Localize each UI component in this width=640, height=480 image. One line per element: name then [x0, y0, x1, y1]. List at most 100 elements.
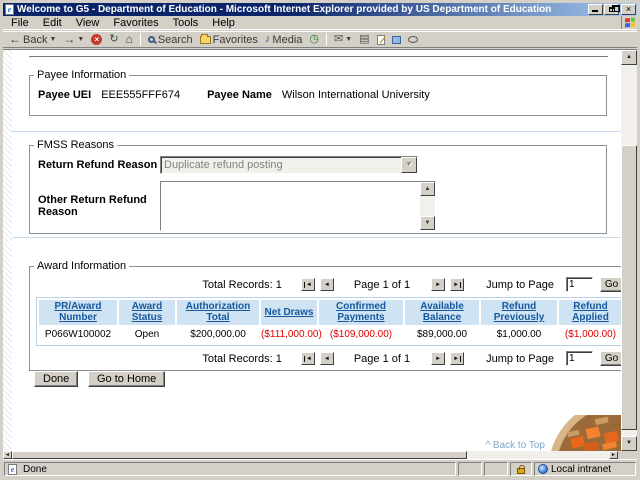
- refresh-icon: ↻: [109, 33, 119, 45]
- first-page-button[interactable]: ◄: [300, 352, 315, 365]
- fmss-reasons-legend: FMSS Reasons: [37, 139, 115, 151]
- mail-icon: ✉: [334, 33, 344, 45]
- left-triangle-icon: ◄: [323, 355, 330, 362]
- scroll-right-icon[interactable]: ►: [609, 451, 618, 459]
- sort-available-balance[interactable]: Available Balance: [405, 301, 479, 323]
- window-title: Welcome to G5 - Department of Education …: [17, 4, 552, 15]
- last-page-button[interactable]: ►: [450, 352, 465, 365]
- payee-information-section: Payee Information Payee UEI EEE555FFF674…: [29, 69, 607, 116]
- favorites-label: Favorites: [212, 33, 258, 46]
- back-button[interactable]: ← Back ▼: [6, 33, 59, 47]
- status-bar: e Done Local intranet: [3, 459, 637, 477]
- search-button[interactable]: Search: [145, 33, 196, 47]
- last-page-button[interactable]: ►: [450, 278, 465, 291]
- restore-button[interactable]: [604, 4, 620, 15]
- media-button[interactable]: ♪ Media: [262, 33, 305, 47]
- textarea-scrollbar[interactable]: ▲ ▼: [420, 182, 435, 230]
- section-divider: [12, 131, 621, 132]
- mail-button[interactable]: ✉ ▼: [331, 33, 355, 46]
- menu-help[interactable]: Help: [205, 16, 242, 30]
- cell-refund-applied: ($1,000.00): [564, 329, 617, 340]
- next-page-button[interactable]: ►: [431, 352, 446, 365]
- other-return-refund-reason-textarea[interactable]: [161, 182, 420, 230]
- prev-page-button[interactable]: ◄: [319, 352, 334, 365]
- favorites-folder-icon: [199, 33, 211, 44]
- menu-view[interactable]: View: [69, 16, 107, 30]
- scroll-left-icon[interactable]: ◄: [3, 451, 12, 459]
- forward-button[interactable]: → ▼: [60, 33, 87, 46]
- scroll-down-icon[interactable]: ▼: [420, 216, 435, 230]
- windows-logo-throbber: [621, 16, 637, 29]
- jump-to-page-input[interactable]: [566, 351, 593, 366]
- back-dropdown-icon[interactable]: ▼: [49, 36, 56, 43]
- right-triangle-icon: ►: [435, 281, 442, 288]
- print-button[interactable]: ▤: [356, 33, 372, 46]
- go-button[interactable]: Go: [600, 277, 623, 292]
- history-icon: ◷: [309, 33, 319, 45]
- security-zone-pane: Local intranet: [534, 462, 636, 476]
- sort-pr-award-number[interactable]: PR/Award Number: [39, 301, 117, 323]
- menu-tools[interactable]: Tools: [166, 16, 206, 30]
- discuss-button[interactable]: [405, 35, 421, 44]
- forward-dropdown-icon[interactable]: ▼: [77, 36, 84, 43]
- history-button[interactable]: ◷: [306, 33, 322, 46]
- edit-button[interactable]: [374, 34, 388, 46]
- browser-window: e Welcome to G5 - Department of Educatio…: [0, 0, 640, 480]
- scroll-down-icon[interactable]: ▼: [621, 436, 637, 451]
- scroll-up-icon[interactable]: ▲: [621, 50, 637, 65]
- prev-page-button[interactable]: ◄: [319, 278, 334, 291]
- back-to-top-link[interactable]: ^ Back to Top: [485, 440, 545, 451]
- done-button[interactable]: Done: [34, 371, 79, 387]
- total-records: Total Records: 1: [202, 278, 282, 291]
- toolbar-separator: [139, 33, 141, 46]
- home-button[interactable]: ⌂: [123, 33, 136, 46]
- sort-net-draws[interactable]: Net Draws: [261, 307, 317, 318]
- page-left-hatch-decoration: [3, 50, 12, 451]
- right-triangle-icon: ►: [435, 355, 442, 362]
- last-page-icon: [460, 355, 462, 362]
- close-button[interactable]: ×: [621, 4, 636, 15]
- sort-award-status[interactable]: Award Status: [119, 301, 175, 323]
- payee-name-value: Wilson International University: [281, 89, 430, 101]
- messenger-button[interactable]: [389, 35, 404, 45]
- horizontal-scrollbar[interactable]: ◄ ►: [3, 451, 618, 459]
- intranet-zone-icon: [538, 464, 548, 474]
- sort-refund-applied[interactable]: Refund Applied: [559, 301, 622, 323]
- menu-favorites[interactable]: Favorites: [106, 16, 165, 30]
- horizontal-scrollbar-thumb[interactable]: [12, 451, 467, 459]
- go-button[interactable]: Go: [600, 351, 623, 366]
- forward-arrow-icon: →: [63, 32, 76, 46]
- print-icon: ▤: [359, 33, 370, 45]
- ie-page-icon: e: [5, 4, 14, 15]
- next-page-button[interactable]: ►: [431, 278, 446, 291]
- refresh-button[interactable]: ↻: [106, 33, 121, 46]
- scroll-up-icon[interactable]: ▲: [420, 182, 435, 196]
- minimize-button[interactable]: [588, 4, 603, 15]
- section-divider: [12, 237, 621, 238]
- cell-pr-award-number: P066W100002: [44, 329, 112, 340]
- home-icon: ⌂: [125, 32, 133, 46]
- menu-edit[interactable]: Edit: [36, 16, 69, 30]
- sort-authorization-total[interactable]: Authorization Total: [177, 301, 259, 323]
- discuss-icon: [407, 36, 418, 43]
- total-records: Total Records: 1: [202, 352, 282, 365]
- first-page-button[interactable]: ◄: [300, 278, 315, 291]
- left-triangle-icon: ◄: [323, 281, 330, 288]
- cell-award-status: Open: [134, 329, 160, 340]
- mail-dropdown-icon[interactable]: ▼: [345, 36, 352, 43]
- go-to-home-button[interactable]: Go to Home: [88, 371, 166, 387]
- browser-viewport: Payee Information Payee UEI EEE555FFF674…: [3, 49, 637, 451]
- vertical-scrollbar-thumb[interactable]: [621, 145, 637, 430]
- sort-refund-previously[interactable]: Refund Previously: [481, 301, 557, 323]
- vertical-scrollbar[interactable]: ▲ ▼: [621, 50, 637, 451]
- menu-file[interactable]: File: [4, 16, 36, 30]
- restore-icon: [609, 5, 620, 12]
- award-pagination-bottom: Total Records: 1 ◄ ◄ Page 1 of 1 ► ► Jum…: [30, 346, 631, 371]
- favorites-button[interactable]: Favorites: [197, 33, 261, 47]
- minimize-icon: [592, 10, 598, 12]
- jump-to-page-input[interactable]: [566, 277, 593, 292]
- stop-button[interactable]: ×: [88, 33, 105, 46]
- sort-confirmed-payments[interactable]: Confirmed Payments: [319, 301, 403, 323]
- content-top-rule: [29, 56, 608, 57]
- back-arrow-icon: ←: [9, 32, 21, 46]
